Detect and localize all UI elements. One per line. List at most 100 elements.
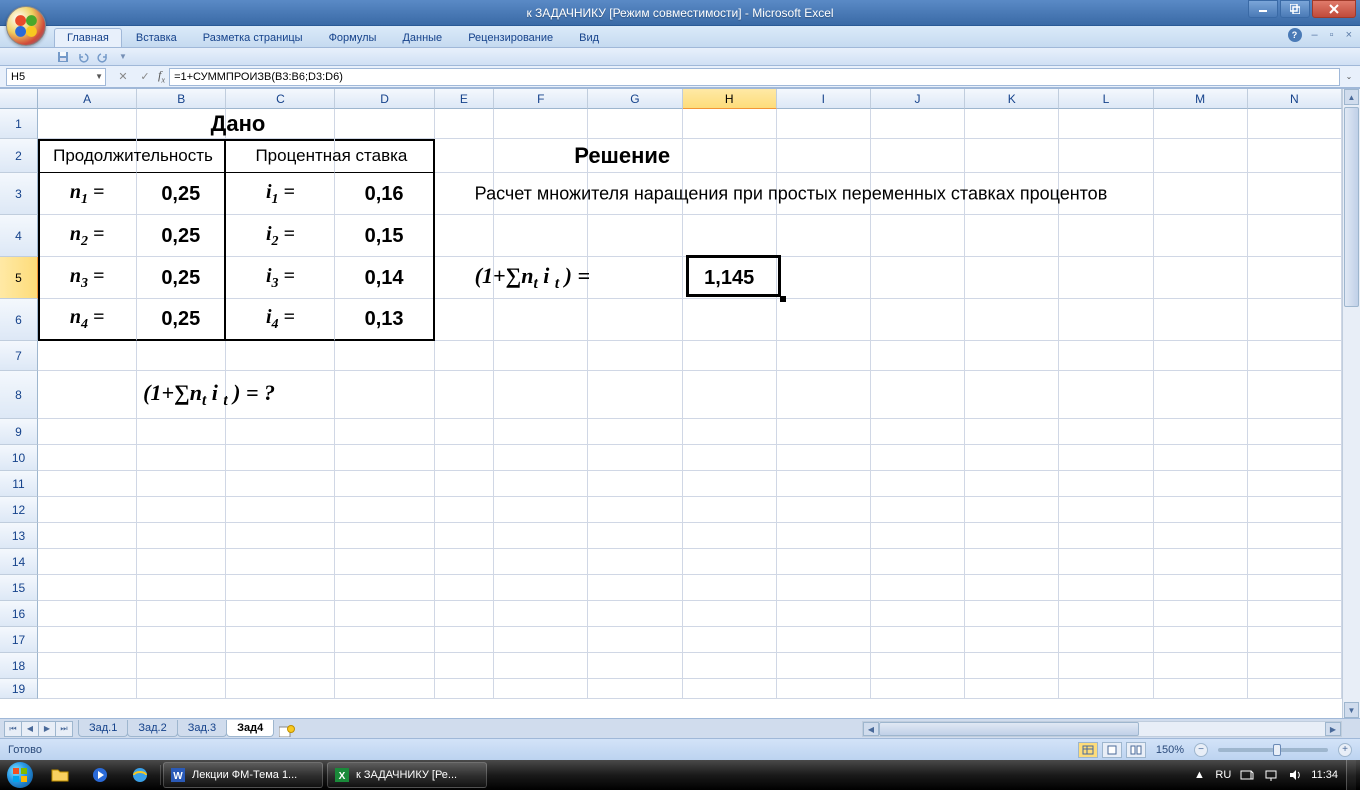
cell-F8[interactable] [494,371,588,419]
cell-C16[interactable] [226,601,335,627]
cell-E10[interactable] [435,445,495,471]
cell-I19[interactable] [777,679,871,699]
cell-L13[interactable] [1059,523,1153,549]
cell-J5[interactable] [871,257,965,299]
cell-D19[interactable] [335,679,434,699]
cell-G13[interactable] [588,523,682,549]
cell-M6[interactable] [1154,299,1248,341]
cell-F17[interactable] [494,627,588,653]
cell-H8[interactable] [683,371,777,419]
row-header-19[interactable]: 19 [0,679,38,699]
cell-F1[interactable] [494,109,588,139]
row-header-11[interactable]: 11 [0,471,38,497]
ribbon-tab-formulas[interactable]: Формулы [317,29,389,47]
cell-N13[interactable] [1248,523,1342,549]
scroll-left-button[interactable]: ◀ [863,722,879,736]
cell-E16[interactable] [435,601,495,627]
cell-B14[interactable] [137,549,226,575]
cell-C9[interactable] [226,419,335,445]
cell-D3[interactable]: 0,16 [335,173,434,215]
cell-G18[interactable] [588,653,682,679]
cell-I9[interactable] [777,419,871,445]
name-box[interactable]: H5 ▼ [6,68,106,86]
cell-G12[interactable] [588,497,682,523]
sheet-nav-next[interactable]: ▶ [38,721,56,737]
cell-J7[interactable] [871,341,965,371]
cell-G6[interactable] [588,299,682,341]
cell-A18[interactable] [38,653,137,679]
ribbon-tab-insert[interactable]: Вставка [124,29,189,47]
cell-A16[interactable] [38,601,137,627]
insert-sheet-button[interactable] [277,724,297,738]
cell-M11[interactable] [1154,471,1248,497]
cell-N8[interactable] [1248,371,1342,419]
cell-G16[interactable] [588,601,682,627]
ribbon-tab-home[interactable]: Главная [54,28,122,47]
cell-C5[interactable]: i3 = [226,257,335,299]
row-header-5[interactable]: 5 [0,257,38,299]
cell-I16[interactable] [777,601,871,627]
cell-B8[interactable]: (1+∑nt i t ) = ? [137,371,226,419]
cell-K9[interactable] [965,419,1059,445]
cell-N19[interactable] [1248,679,1342,699]
cell-G9[interactable] [588,419,682,445]
cell-E9[interactable] [435,419,495,445]
cell-N9[interactable] [1248,419,1342,445]
cell-D6[interactable]: 0,13 [335,299,434,341]
cell-G5[interactable] [588,257,682,299]
sheet-nav-last[interactable]: ⏭ [55,721,73,737]
cell-B18[interactable] [137,653,226,679]
select-all-corner[interactable] [0,89,38,109]
cell-J4[interactable] [871,215,965,257]
cell-C11[interactable] [226,471,335,497]
cell-C4[interactable]: i2 = [226,215,335,257]
taskbar-pin-ie[interactable] [120,761,160,789]
cell-A1[interactable]: Дано [38,109,137,139]
cell-J8[interactable] [871,371,965,419]
row-header-18[interactable]: 18 [0,653,38,679]
cell-F2[interactable]: Решение [494,139,588,173]
cell-M10[interactable] [1154,445,1248,471]
cell-C15[interactable] [226,575,335,601]
cell-E13[interactable] [435,523,495,549]
cell-J16[interactable] [871,601,965,627]
formula-accept-button[interactable]: ✓ [136,68,154,84]
cell-A8[interactable] [38,371,137,419]
cell-D16[interactable] [335,601,434,627]
cell-M2[interactable] [1154,139,1248,173]
cell-J18[interactable] [871,653,965,679]
cell-B17[interactable] [137,627,226,653]
cell-I10[interactable] [777,445,871,471]
cell-N7[interactable] [1248,341,1342,371]
cell-D13[interactable] [335,523,434,549]
cell-E18[interactable] [435,653,495,679]
cell-D4[interactable]: 0,15 [335,215,434,257]
cell-F9[interactable] [494,419,588,445]
row-header-10[interactable]: 10 [0,445,38,471]
cell-H16[interactable] [683,601,777,627]
cell-G7[interactable] [588,341,682,371]
cell-G1[interactable] [588,109,682,139]
cell-B4[interactable]: 0,25 [137,215,226,257]
cell-I14[interactable] [777,549,871,575]
formula-bar-input[interactable]: =1+СУММПРОИЗВ(B3:B6;D3:D6) [169,68,1340,86]
cell-B19[interactable] [137,679,226,699]
column-header-K[interactable]: K [965,89,1059,109]
hscroll-track[interactable] [879,722,1325,736]
zoom-slider-knob[interactable] [1273,744,1281,756]
cell-N6[interactable] [1248,299,1342,341]
cell-J10[interactable] [871,445,965,471]
sheet-nav-prev[interactable]: ◀ [21,721,39,737]
scroll-up-button[interactable]: ▲ [1344,89,1359,105]
cell-H1[interactable] [683,109,777,139]
cell-E4[interactable] [435,215,495,257]
taskbar-task-excel[interactable]: X к ЗАДАЧНИКУ [Ре... [327,762,487,788]
row-header-17[interactable]: 17 [0,627,38,653]
tray-action-center-icon[interactable] [1239,767,1255,783]
cell-J19[interactable] [871,679,965,699]
cell-L19[interactable] [1059,679,1153,699]
cell-K18[interactable] [965,653,1059,679]
cell-D12[interactable] [335,497,434,523]
cell-E7[interactable] [435,341,495,371]
taskbar-pin-wmp[interactable] [80,761,120,789]
